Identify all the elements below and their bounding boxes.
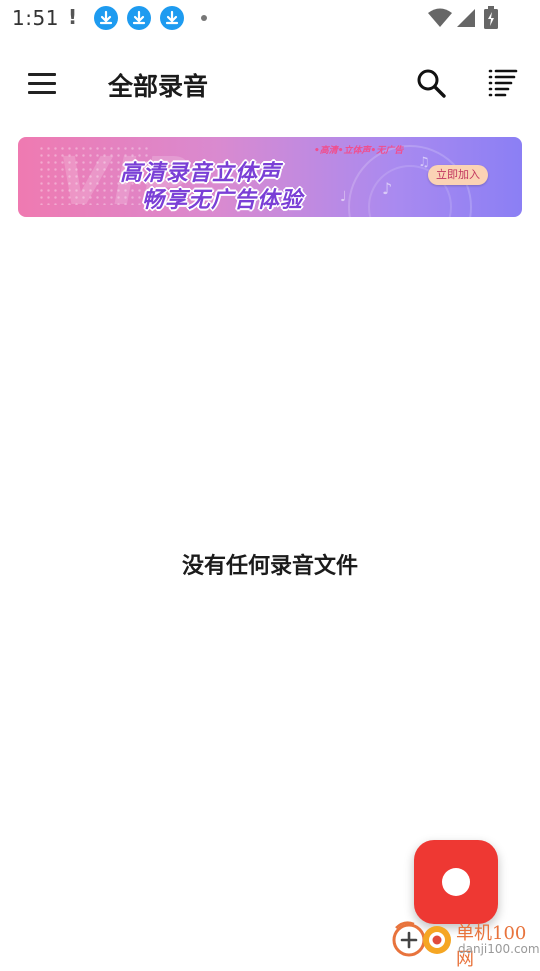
watermark-logo-icon xyxy=(392,921,451,957)
status-bar: 1:51 ! xyxy=(0,0,540,36)
music-note-icon: ♪ xyxy=(382,179,393,198)
page-title: 全部录音 xyxy=(108,72,209,101)
record-icon xyxy=(442,868,470,896)
music-note-icon: ♫ xyxy=(418,155,430,170)
banner-subheadline: 畅享无广告体验 xyxy=(142,188,304,213)
search-button[interactable] xyxy=(408,62,456,106)
battery-icon xyxy=(484,6,498,34)
join-now-button[interactable]: 立即加入 xyxy=(428,165,488,185)
signal-icon xyxy=(456,8,476,32)
vip-banner[interactable]: VIP ♪ ♫ ♩ •高清•立体声•无广告 高清录音立体声 畅享无广告体验 立即… xyxy=(18,137,522,217)
download-icon xyxy=(127,6,151,30)
menu-button[interactable] xyxy=(18,62,66,106)
empty-state-message: 没有任何录音文件 xyxy=(181,554,358,579)
download-icon xyxy=(160,6,184,30)
sort-icon xyxy=(488,69,518,97)
status-time: 1:51 xyxy=(12,6,59,30)
menu-icon-bar xyxy=(28,82,56,85)
app-bar: 全部录音 xyxy=(0,48,540,120)
watermark-site-url: danji100.com xyxy=(458,942,540,956)
site-watermark: 单机100网 danji100.com xyxy=(390,916,540,970)
record-button[interactable] xyxy=(414,840,498,924)
menu-icon xyxy=(28,73,56,76)
sort-button[interactable] xyxy=(478,62,526,106)
menu-icon-bar xyxy=(28,91,56,94)
search-icon xyxy=(417,69,446,98)
music-note-icon: ♩ xyxy=(340,189,347,205)
alert-icon: ! xyxy=(68,5,78,29)
wifi-icon xyxy=(428,8,452,32)
download-icon xyxy=(94,6,118,30)
banner-tagline: •高清•立体声•无广告 xyxy=(314,146,404,156)
notification-dot-icon xyxy=(201,15,207,21)
